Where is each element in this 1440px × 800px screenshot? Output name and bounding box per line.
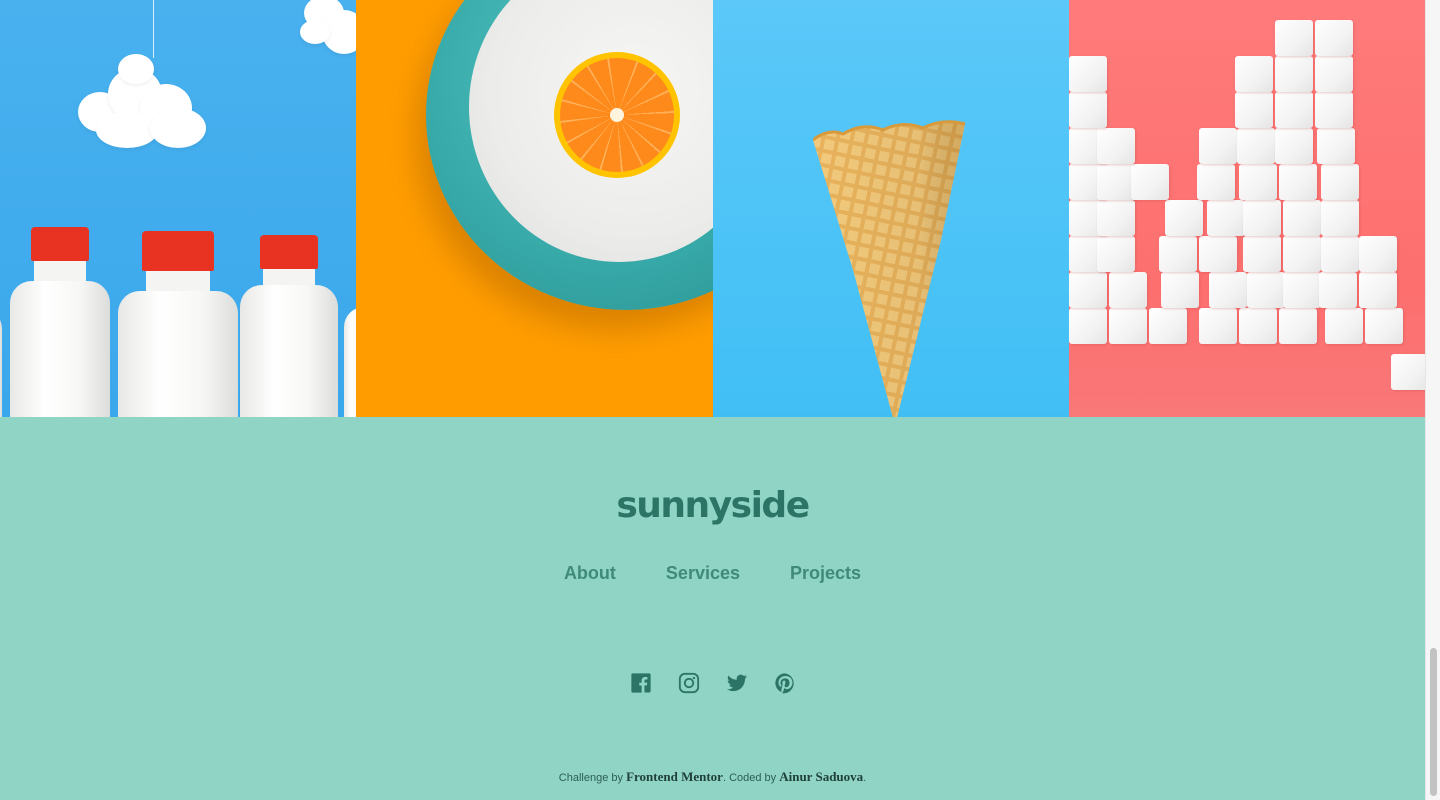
sugar-cube (1316, 128, 1355, 164)
sugar-cube (1320, 200, 1359, 236)
sugar-cube (1358, 236, 1397, 272)
orange-slice (554, 52, 681, 178)
sugar-cube (1068, 308, 1107, 344)
attribution-prefix: Challenge by (558, 772, 627, 784)
attribution-suffix: . (863, 772, 867, 784)
sugar-cube (1314, 56, 1353, 92)
footer-nav-projects[interactable]: Projects (790, 563, 861, 584)
ice-cream-cone-image (712, 0, 1069, 417)
sugar-cube (1096, 200, 1135, 236)
sugar-cube (1390, 354, 1425, 390)
sugar-cube (1164, 200, 1203, 236)
footer-logo[interactable]: sunnyside (0, 485, 1425, 526)
milk-bottle (0, 307, 2, 417)
sugar-cube (1282, 200, 1321, 236)
pinterest-icon[interactable] (774, 672, 796, 694)
sugar-cube (1274, 20, 1313, 56)
sugar-cube (1234, 56, 1273, 92)
sugar-cube (1238, 164, 1277, 200)
page-scrollbar[interactable] (1425, 0, 1440, 800)
sugar-cube (1324, 308, 1363, 344)
author-link[interactable]: Ainur Saduova (779, 769, 863, 784)
sugar-cube (1234, 92, 1273, 128)
sugar-cube (1274, 92, 1313, 128)
footer-nav-services[interactable]: Services (666, 563, 740, 584)
twitter-icon[interactable] (726, 672, 748, 694)
scrollbar-thumb[interactable] (1430, 648, 1437, 796)
sugar-cube (1068, 56, 1107, 92)
sugar-cube (1314, 92, 1353, 128)
sugar-cube (1208, 272, 1247, 308)
waffle-cone (812, 120, 965, 417)
sugar-cube (1096, 128, 1135, 164)
cloud-string (153, 0, 154, 58)
sugar-cube (1282, 272, 1321, 308)
milk-bottle (240, 235, 338, 417)
orange-plate-image (356, 0, 713, 417)
frontend-mentor-link[interactable]: Frontend Mentor (626, 769, 723, 784)
attribution-middle: . Coded by (722, 772, 780, 784)
sugar-cube (1242, 200, 1281, 236)
sugar-cube (1274, 128, 1313, 164)
sugar-cube (1198, 308, 1237, 344)
facebook-icon[interactable] (630, 672, 652, 694)
sugar-cube (1358, 272, 1397, 308)
sugar-cube (1068, 92, 1107, 128)
sugar-cube (1320, 236, 1359, 272)
sugar-cube (1278, 164, 1317, 200)
milk-bottle (10, 227, 110, 417)
sugar-cube (1314, 20, 1353, 56)
footer-nav: About Services Projects (0, 563, 1425, 584)
sugar-cube (1236, 128, 1275, 164)
sugar-cube (1108, 272, 1147, 308)
sugar-cube (1096, 164, 1135, 200)
sugar-cube (1282, 236, 1321, 272)
milk-bottles-image (0, 0, 357, 417)
instagram-icon[interactable] (678, 672, 700, 694)
sugar-cube (1196, 164, 1235, 200)
sugar-cube (1364, 308, 1403, 344)
sugar-cube (1148, 308, 1187, 344)
milk-bottle (118, 231, 238, 417)
site-footer: sunnyside About Services Projects Challe… (0, 417, 1425, 800)
sugar-cube (1108, 308, 1147, 344)
sugar-cube (1320, 164, 1359, 200)
sugar-cube (1206, 200, 1245, 236)
sugar-cube (1278, 308, 1317, 344)
sugar-cube (1068, 272, 1107, 308)
image-gallery (0, 0, 1425, 417)
sugar-cube (1096, 236, 1135, 272)
attribution: Challenge by Frontend Mentor. Coded by A… (0, 769, 1425, 785)
sugar-cube (1246, 272, 1285, 308)
sugar-cube (1198, 128, 1237, 164)
social-links (0, 672, 1425, 694)
sugar-cube (1238, 308, 1277, 344)
sugar-cube (1274, 56, 1313, 92)
sugar-cube (1158, 236, 1197, 272)
sugar-cube (1160, 272, 1199, 308)
sugar-cube (1130, 164, 1169, 200)
sugar-cube (1318, 272, 1357, 308)
sugar-cube (1242, 236, 1281, 272)
milk-bottle (344, 307, 357, 417)
sugar-cube (1198, 236, 1237, 272)
footer-nav-about[interactable]: About (564, 563, 616, 584)
sugar-cubes-image (1068, 0, 1425, 417)
